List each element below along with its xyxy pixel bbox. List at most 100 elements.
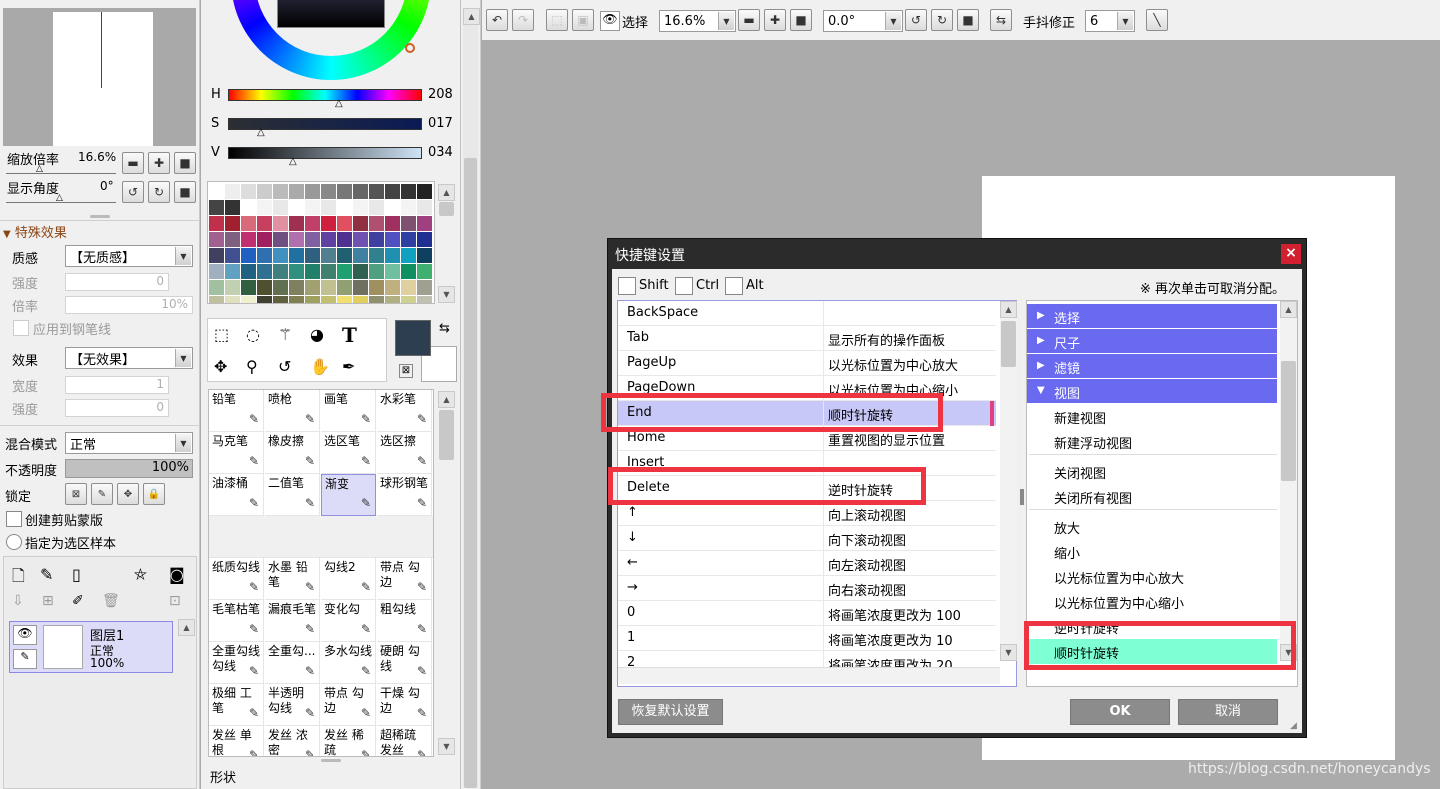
text-icon[interactable]: T (342, 323, 357, 347)
color-swatch[interactable] (241, 280, 256, 295)
color-swatch[interactable] (401, 296, 416, 304)
color-swatch[interactable] (401, 280, 416, 295)
color-swatch[interactable] (225, 296, 240, 304)
color-swatch[interactable] (369, 248, 384, 263)
apply-pen-checkbox[interactable] (13, 320, 29, 336)
color-swatch[interactable] (385, 216, 400, 231)
brush-slot[interactable]: 硬朗 勾线 ✎ (377, 642, 432, 684)
color-swatch[interactable] (305, 248, 320, 263)
lock-move-icon[interactable]: ✥ (117, 483, 139, 505)
color-swatch[interactable] (305, 280, 320, 295)
merge-visible-icon[interactable]: ⊡ (169, 593, 181, 609)
lock-paint-icon[interactable]: ✎ (91, 483, 113, 505)
color-swatch[interactable] (273, 248, 288, 263)
color-swatch[interactable] (353, 184, 368, 199)
saturation-slider[interactable]: △ (228, 118, 422, 138)
zoom-reset-button[interactable]: ■ (790, 9, 812, 31)
brush-slot[interactable]: 全重勾线 勾线 ✎ (209, 642, 264, 684)
color-swatch[interactable] (225, 232, 240, 247)
color-swatch[interactable] (273, 200, 288, 215)
color-swatch[interactable] (353, 200, 368, 215)
color-swatch[interactable] (417, 296, 432, 304)
color-swatch[interactable] (385, 232, 400, 247)
clip-mask-checkbox[interactable] (6, 511, 22, 527)
zoom-in-button[interactable]: ✚ (764, 9, 786, 31)
color-swatch[interactable] (337, 184, 352, 199)
color-swatch[interactable] (385, 184, 400, 199)
color-swatch[interactable] (353, 216, 368, 231)
rotate-icon[interactable]: ↺ (278, 357, 291, 376)
color-swatch[interactable] (305, 232, 320, 247)
color-select-icon[interactable]: ◕ (310, 325, 324, 344)
color-swatch[interactable] (209, 280, 224, 295)
color-swatch[interactable] (209, 296, 224, 304)
scroll-up-button[interactable]: ▲ (1280, 301, 1297, 318)
color-swatch[interactable] (305, 184, 320, 199)
rate-field[interactable]: 10% (65, 296, 193, 314)
color-swatch[interactable] (337, 232, 352, 247)
zoom-in-button[interactable]: ✚ (148, 152, 170, 174)
color-swatch[interactable] (289, 184, 304, 199)
brush-slot[interactable]: 铅笔 ✎ (209, 390, 264, 432)
effect-select[interactable]: 【无效果】 ▼ (65, 347, 193, 369)
color-swatch[interactable] (321, 200, 336, 215)
flip-horizontal-button[interactable]: ⇆ (990, 9, 1012, 31)
layer-effect-icon[interactable]: ⛤ (134, 565, 147, 585)
shortcut-row[interactable]: 0 将画笔浓度更改为 100 (618, 601, 996, 626)
menu-command[interactable]: 以光标位置为中心缩小 (1027, 589, 1277, 614)
rotate-cw-button[interactable]: ↻ (148, 181, 170, 203)
color-swatch[interactable] (305, 200, 320, 215)
opacity-slider[interactable]: 100% (65, 459, 193, 478)
scroll-down-button[interactable]: ▼ (438, 286, 455, 303)
alt-checkbox[interactable] (725, 277, 743, 295)
color-swatch[interactable] (385, 296, 400, 304)
clear-layer-icon[interactable]: ✐ (72, 593, 84, 609)
color-swatch[interactable] (321, 296, 336, 304)
zoom-slider[interactable]: △ (6, 164, 116, 174)
magic-wand-icon[interactable]: ⚚ (278, 325, 292, 344)
color-swatch[interactable] (241, 184, 256, 199)
color-swatch[interactable] (305, 216, 320, 231)
color-swatch[interactable] (417, 216, 432, 231)
scroll-down-button[interactable]: ▼ (1000, 644, 1017, 661)
color-swatch[interactable] (369, 264, 384, 279)
visibility-eye-icon[interactable]: 👁 (13, 625, 37, 645)
move-icon[interactable]: ✥ (214, 357, 227, 376)
menu-command[interactable]: 以光标位置为中心放大 (1027, 564, 1277, 589)
selection-visible-icon[interactable]: 👁 (600, 11, 620, 31)
color-swatch[interactable] (385, 248, 400, 263)
color-swatch[interactable] (401, 264, 416, 279)
color-swatch[interactable] (369, 216, 384, 231)
color-swatch[interactable] (225, 280, 240, 295)
reset-defaults-button[interactable]: 恢复默认设置 (618, 699, 723, 725)
color-swatch[interactable] (241, 248, 256, 263)
brush-slot[interactable]: 选区笔 ✎ (321, 432, 376, 474)
color-swatch[interactable] (273, 296, 288, 304)
scroll-up-button[interactable]: ▲ (178, 619, 195, 636)
brush-slot[interactable]: 带点 勾边 ✎ (321, 684, 376, 726)
rect-select-icon[interactable]: ⬚ (214, 325, 229, 344)
shortcut-row[interactable]: PageUp 以光标位置为中心放大 (618, 351, 996, 376)
blend-mode-select[interactable]: 正常 ▼ (65, 432, 193, 454)
color-swatch[interactable] (417, 232, 432, 247)
brush-slot[interactable]: 纸质勾线 ✎ (209, 558, 264, 600)
line-stabilizer-button[interactable]: ╲ (1146, 9, 1168, 31)
color-swatch[interactable] (225, 264, 240, 279)
color-swatch[interactable] (369, 280, 384, 295)
color-swatch[interactable] (401, 184, 416, 199)
color-swatch[interactable] (401, 216, 416, 231)
brush-slot[interactable]: 渐变 ✎ (321, 474, 376, 516)
brush-slot[interactable]: 球形钢笔 ✎ (377, 474, 432, 516)
color-swatch[interactable] (257, 280, 272, 295)
zoom-reset-button[interactable]: ■ (174, 152, 196, 174)
color-swatch[interactable] (337, 264, 352, 279)
color-swatch[interactable] (273, 280, 288, 295)
hue-slider[interactable]: △ (228, 89, 422, 109)
rotate-ccw-button[interactable]: ↺ (122, 181, 144, 203)
color-swatch[interactable] (209, 232, 224, 247)
select-sample-radio[interactable] (6, 534, 22, 550)
color-swatch[interactable] (209, 184, 224, 199)
color-swatch[interactable] (289, 200, 304, 215)
cancel-button[interactable]: 取消 (1178, 699, 1278, 725)
brush-slot[interactable]: 马克笔 ✎ (209, 432, 264, 474)
